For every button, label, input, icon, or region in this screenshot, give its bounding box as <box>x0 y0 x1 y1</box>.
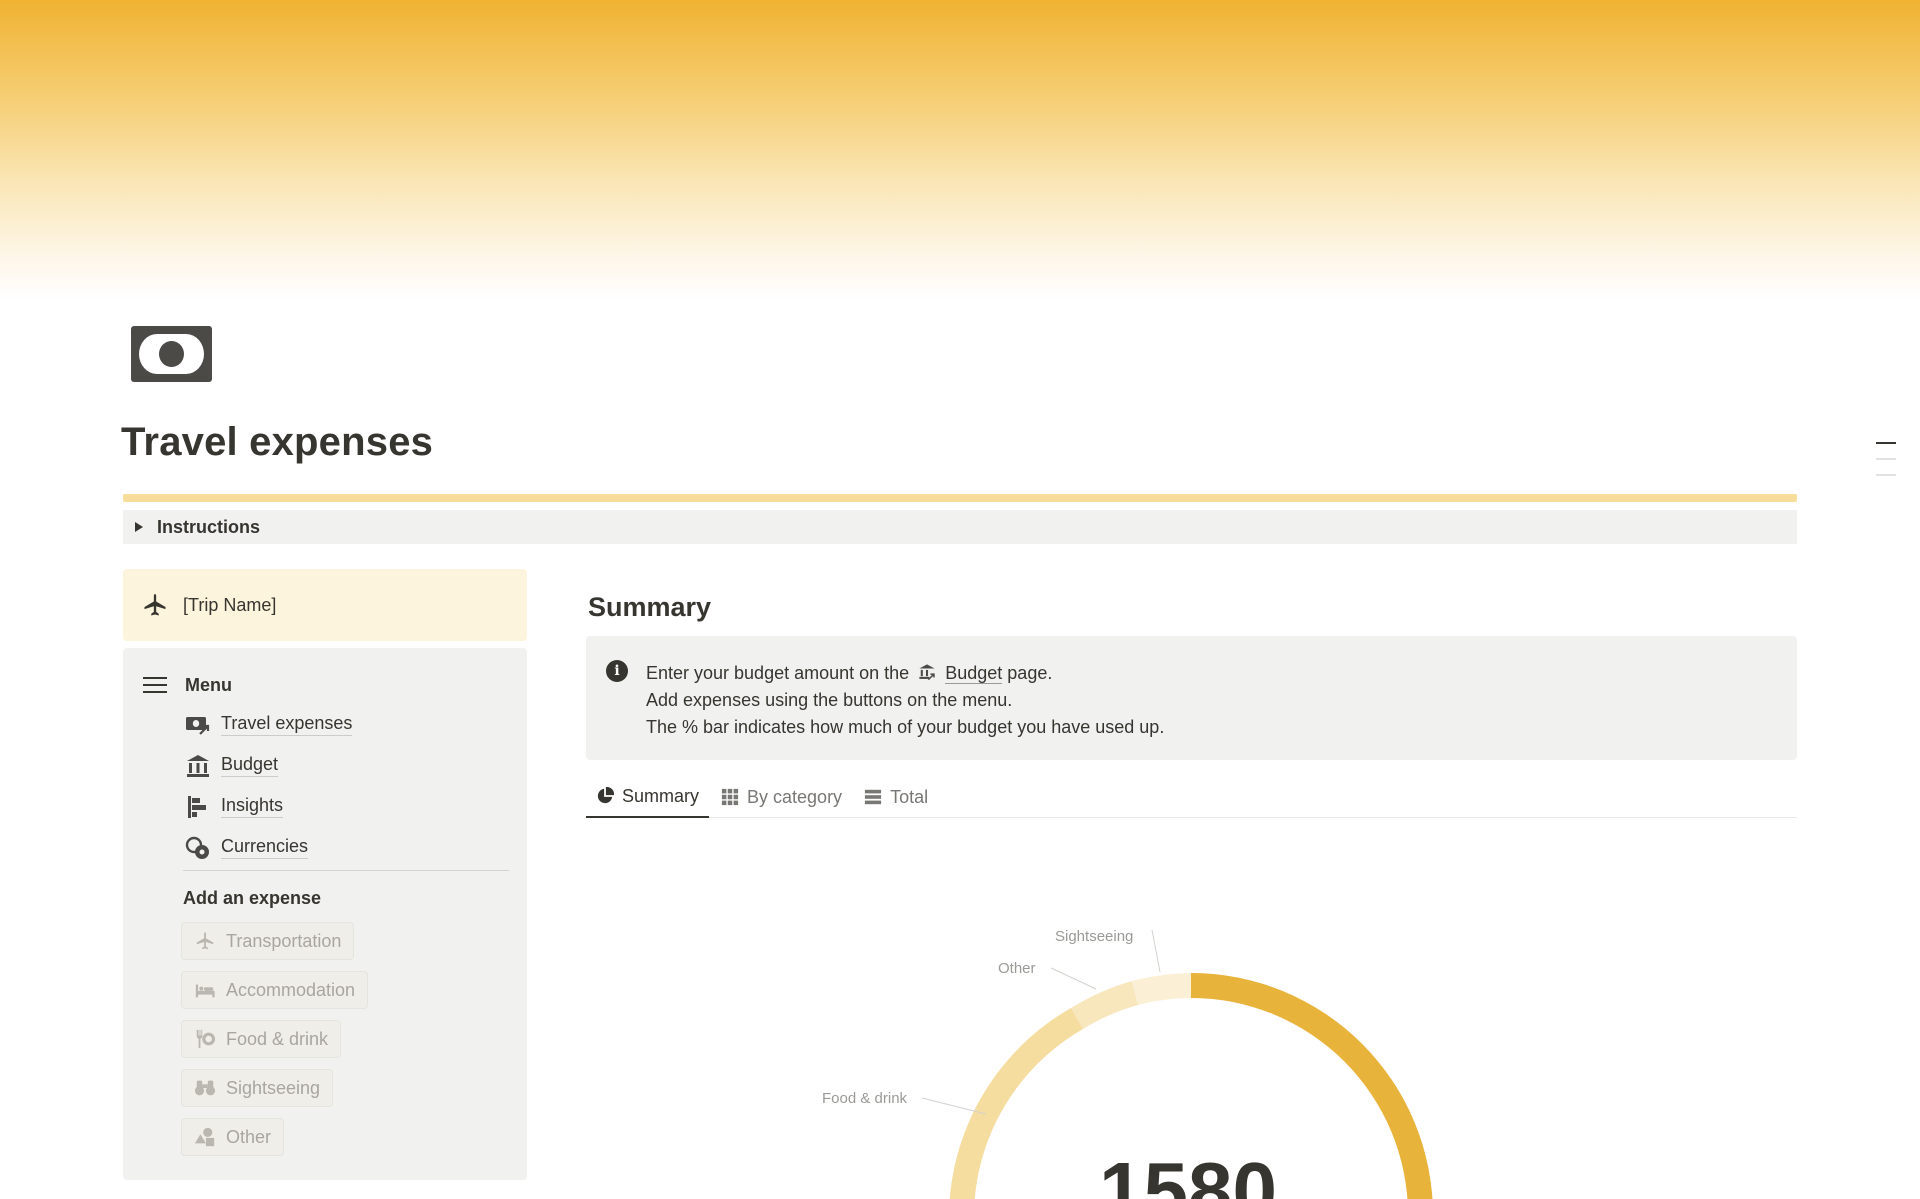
currency-icon <box>185 836 209 859</box>
tab-total[interactable]: Total <box>854 776 938 818</box>
list-icon <box>864 789 882 805</box>
budget-page-link[interactable]: Budget <box>945 663 1003 684</box>
grid-icon <box>721 788 739 806</box>
menu-link-travel-expenses[interactable]: Travel expenses <box>185 704 353 745</box>
trip-name: [Trip Name] <box>183 594 277 615</box>
hamburger-icon <box>143 672 167 698</box>
add-accommodation-button[interactable]: Accommodation <box>181 971 369 1009</box>
add-other-button[interactable]: Other <box>181 1118 285 1156</box>
menu-links: Travel expenses Budget Insights Currenci… <box>185 704 353 868</box>
cover-banner <box>0 0 1920 300</box>
tab-summary[interactable]: Summary <box>586 776 710 818</box>
add-expense-heading: Add an expense <box>183 888 322 908</box>
menu-link-insights[interactable]: Insights <box>185 786 352 827</box>
button-label: Food & drink <box>226 1028 329 1049</box>
banknote-icon[interactable] <box>131 326 212 382</box>
accent-bar <box>123 494 1797 502</box>
summary-chart: Sightseeing Other Food & drink 1580 <box>586 820 1797 1199</box>
menu-link-currencies[interactable]: Currencies <box>185 827 352 868</box>
add-transportation-button[interactable]: Transportation <box>181 922 355 960</box>
chart-label-sightseeing: Sightseeing <box>1055 928 1133 945</box>
bar-chart-icon <box>188 795 206 818</box>
menu-link-label[interactable]: Currencies <box>221 836 309 859</box>
callout-line3: The % bar indicates how much of your bud… <box>646 717 1165 737</box>
plane-icon <box>196 932 214 950</box>
donut-segment-sightseeing[interactable] <box>1132 973 1191 1005</box>
donut-segment-other[interactable] <box>1071 981 1138 1029</box>
label-leader-other <box>1050 967 1097 990</box>
callout-line2: Add expenses using the buttons on the me… <box>646 690 1013 710</box>
tab-label: By category <box>747 786 843 807</box>
bank-arrow-icon <box>919 664 935 681</box>
button-label: Sightseeing <box>226 1077 321 1098</box>
menu-card: Menu Travel expenses Budget Insights Cur… <box>123 648 527 1180</box>
toc-line[interactable] <box>1876 458 1896 460</box>
callout-text: Enter your budget amount on the Budget p… <box>646 660 1164 741</box>
menu-link-label[interactable]: Insights <box>221 795 284 818</box>
donut-chart: Sightseeing Other Food & drink 1580 <box>822 928 1433 1199</box>
summary-heading: Summary <box>588 592 712 622</box>
money-arrow-icon <box>186 716 210 735</box>
tab-label: Summary <box>622 785 700 806</box>
trip-card[interactable]: [Trip Name] <box>123 569 527 641</box>
menu-link-label[interactable]: Budget <box>221 754 279 777</box>
button-label: Transportation <box>226 930 342 951</box>
button-label: Accommodation <box>226 979 356 1000</box>
add-sightseeing-button[interactable]: Sightseeing <box>181 1069 334 1107</box>
callout-line1-pre: Enter your budget amount on the <box>646 663 910 683</box>
page-title: Travel expenses <box>121 420 434 464</box>
toggle-triangle-icon[interactable] <box>135 522 143 532</box>
label-leader-food <box>921 1097 987 1115</box>
instructions-label: Instructions <box>157 516 261 537</box>
info-callout: i Enter your budget amount on the Budget… <box>586 636 1797 760</box>
instructions-toggle[interactable]: Instructions <box>123 510 1797 544</box>
info-icon: i <box>606 660 628 682</box>
button-label: Other <box>226 1126 272 1147</box>
menu-link-budget[interactable]: Budget <box>185 745 352 786</box>
plane-icon <box>144 593 166 616</box>
chart-label-food-drink: Food & drink <box>822 1090 908 1107</box>
add-food-drink-button[interactable]: Food & drink <box>181 1020 342 1058</box>
table-of-contents[interactable] <box>1876 442 1896 490</box>
bank-icon <box>187 754 209 777</box>
tab-label: Total <box>890 786 929 807</box>
bed-icon <box>195 984 215 998</box>
menu-link-label[interactable]: Travel expenses <box>221 713 353 736</box>
callout-line1-post: page. <box>1007 663 1053 683</box>
toc-line-active[interactable] <box>1876 442 1896 444</box>
menu-header: Menu <box>143 672 232 698</box>
menu-title: Menu <box>185 674 232 695</box>
chart-label-other: Other <box>998 960 1036 977</box>
label-leader-sightseeing <box>1151 929 1161 973</box>
banknote-dot <box>159 341 184 367</box>
view-tabs: Summary By category Total <box>586 776 1797 818</box>
add-expense-buttons: Transportation Accommodation Food & drin… <box>181 922 369 1167</box>
pie-icon <box>597 787 614 804</box>
chart-center-value: 1580 <box>1099 1146 1277 1199</box>
toc-line[interactable] <box>1876 474 1896 476</box>
binoculars-icon <box>194 1080 216 1096</box>
shapes-icon <box>194 1127 215 1147</box>
donut-segment-food-drink[interactable] <box>949 1008 1083 1199</box>
tab-by-category[interactable]: By category <box>711 776 852 818</box>
menu-divider <box>183 870 509 871</box>
utensils-icon <box>196 1029 216 1049</box>
